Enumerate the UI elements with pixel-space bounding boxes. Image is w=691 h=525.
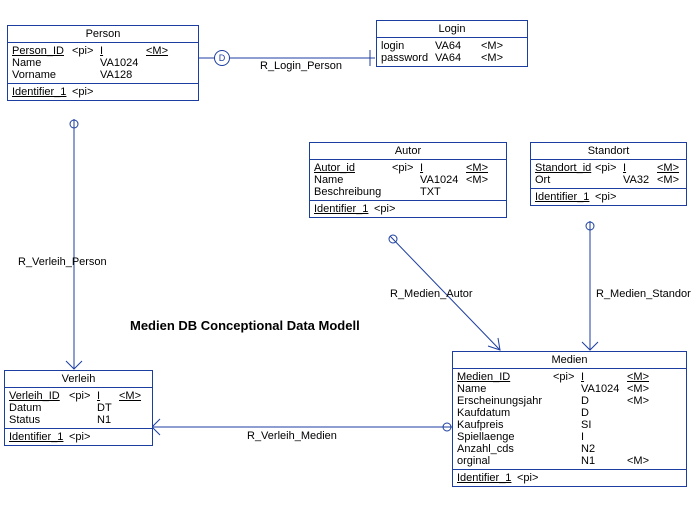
entity-title: Medien [453,352,686,369]
entity-attrs: Autor_id<pi>I<M> NameVA1024<M> Beschreib… [310,160,506,201]
rel-medien-standort: R_Medien_Standort [596,288,691,300]
entity-identifier: Identifier_1<pi> [8,84,198,100]
entity-title: Login [377,21,527,38]
entity-identifier: Identifier_1<pi> [453,470,686,486]
rel-login-person: R_Login_Person [260,60,342,72]
entity-attrs: loginVA64<M> passwordVA64<M> [377,38,527,66]
entity-medien: Medien Medien_ID<pi>I<M> NameVA1024<M> E… [452,351,687,487]
entity-attrs: Verleih_ID<pi>I<M> DatumDT StatusN1 [5,388,152,429]
entity-attrs: Medien_ID<pi>I<M> NameVA1024<M> Erschein… [453,369,686,470]
rel-medien-autor: R_Medien_Autor [390,288,473,300]
er-diagram-canvas: D Person Person_ID<pi>I<M> NameVA1024 Vo… [0,0,691,525]
entity-login: Login loginVA64<M> passwordVA64<M> [376,20,528,67]
entity-verleih: Verleih Verleih_ID<pi>I<M> DatumDT Statu… [4,370,153,446]
entity-title: Standort [531,143,686,160]
rel-verleih-person: R_Verleih_Person [18,256,107,268]
diagram-title: Medien DB Conceptional Data Modell [130,318,360,333]
entity-attrs: Standort_id<pi>I<M> OrtVA32<M> [531,160,686,189]
entity-title: Person [8,26,198,43]
entity-autor: Autor Autor_id<pi>I<M> NameVA1024<M> Bes… [309,142,507,218]
entity-identifier: Identifier_1<pi> [531,189,686,205]
rel-verleih-medien: R_Verleih_Medien [247,430,337,442]
entity-identifier: Identifier_1<pi> [310,201,506,217]
dependency-marker: D [214,50,230,66]
entity-standort: Standort Standort_id<pi>I<M> OrtVA32<M> … [530,142,687,206]
entity-identifier: Identifier_1<pi> [5,429,152,445]
entity-title: Verleih [5,371,152,388]
entity-title: Autor [310,143,506,160]
entity-person: Person Person_ID<pi>I<M> NameVA1024 Vorn… [7,25,199,101]
entity-attrs: Person_ID<pi>I<M> NameVA1024 VornameVA12… [8,43,198,84]
